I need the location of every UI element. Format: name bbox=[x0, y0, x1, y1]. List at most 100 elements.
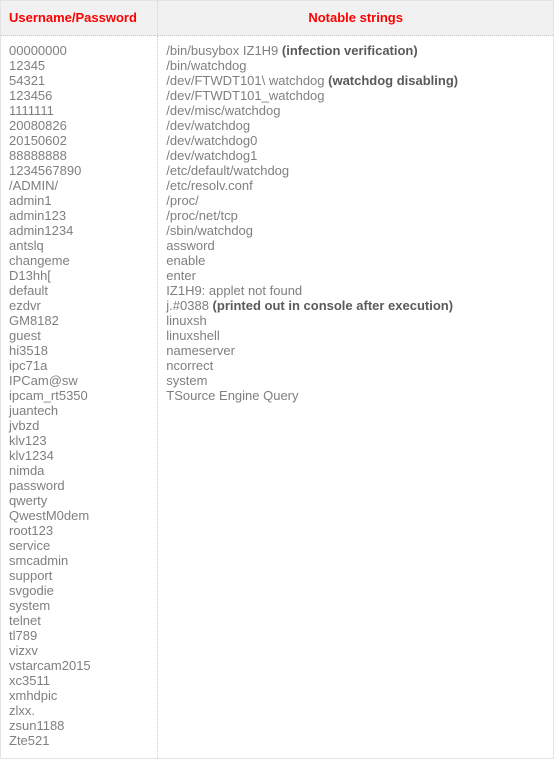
notable-string-text: ncorrect bbox=[166, 358, 214, 373]
credential-item: ipcam_rt5350 bbox=[9, 388, 88, 403]
credential-item: root123 bbox=[9, 523, 54, 538]
notable-string-item: enter bbox=[166, 268, 545, 283]
credential-item: antslq bbox=[9, 238, 44, 253]
credential-item: 1111111 bbox=[9, 103, 54, 118]
credential-item: 123456 bbox=[9, 88, 53, 103]
credentials-cell: 00000000 12345 54321 123456 1111111 20080826 2… bbox=[0, 35, 159, 759]
credential-item: system bbox=[9, 598, 51, 613]
notable-string-text: /proc/ bbox=[166, 193, 199, 208]
table-header-row: Username/Password Notable strings bbox=[0, 0, 554, 36]
credential-item: ezdvr bbox=[9, 298, 41, 313]
credential-item: QwestM0dem bbox=[9, 508, 90, 523]
notable-string-text: /dev/FTWDT101_watchdog bbox=[166, 88, 325, 103]
notable-string-item: /proc/net/tcp bbox=[166, 208, 545, 223]
column-header-notable-strings: Notable strings bbox=[157, 0, 554, 36]
credential-item: 54321 bbox=[9, 73, 46, 88]
notable-string-item: /dev/FTWDT101\ watchdog (watchdog disabl… bbox=[166, 73, 545, 88]
notable-string-item: system bbox=[166, 373, 545, 388]
credential-item: 88888888 bbox=[9, 148, 67, 163]
notable-string-text: enable bbox=[166, 253, 206, 268]
credential-item: 20080826 bbox=[9, 118, 67, 133]
notable-strings-list: /bin/busybox IZ1H9 (infection verificati… bbox=[166, 43, 545, 403]
credential-item: admin123 bbox=[9, 208, 67, 223]
credential-item: service bbox=[9, 538, 51, 553]
notable-string-text: /bin/busybox IZ1H9 bbox=[166, 43, 282, 58]
notable-string-annotation: (printed out in console after execution) bbox=[212, 298, 454, 313]
credential-item: ipc71a bbox=[9, 358, 48, 373]
column-header-username-password: Username/Password bbox=[0, 0, 159, 36]
credential-item: admin1234 bbox=[9, 223, 74, 238]
credential-item: vstarcam2015 bbox=[9, 658, 91, 673]
credential-item: changeme bbox=[9, 253, 70, 268]
credential-item: default bbox=[9, 283, 49, 298]
notable-string-text: /proc/net/tcp bbox=[166, 208, 238, 223]
credential-item: telnet bbox=[9, 613, 41, 628]
credential-item: support bbox=[9, 568, 53, 583]
credential-item: 20150602 bbox=[9, 133, 67, 148]
notable-string-item: enable bbox=[166, 253, 545, 268]
notable-string-text: nameserver bbox=[166, 343, 235, 358]
notable-string-item: /dev/FTWDT101_watchdog bbox=[166, 88, 545, 103]
credential-item: D13hh[ bbox=[9, 268, 51, 283]
credential-item: juantech bbox=[9, 403, 59, 418]
notable-string-text: TSource Engine Query bbox=[166, 388, 299, 403]
notable-string-text: j.#0388 bbox=[166, 298, 213, 313]
notable-string-item: /proc/ bbox=[166, 193, 545, 208]
notable-string-item: j.#0388 (printed out in console after ex… bbox=[166, 298, 545, 313]
credential-item: IPCam@sw bbox=[9, 373, 78, 388]
notable-string-text: /dev/misc/watchdog bbox=[166, 103, 281, 118]
notable-string-item: /etc/default/watchdog bbox=[166, 163, 545, 178]
notable-string-item: linuxshell bbox=[166, 328, 545, 343]
notable-string-item: linuxsh bbox=[166, 313, 545, 328]
table-body: 00000000 12345 54321 123456 1111111 20080826 2… bbox=[0, 35, 554, 759]
credential-item: guest bbox=[9, 328, 41, 343]
credential-item: 00000000 bbox=[9, 43, 67, 58]
notable-string-item: /dev/misc/watchdog bbox=[166, 103, 545, 118]
notable-string-item: /etc/resolv.conf bbox=[166, 178, 545, 193]
notable-string-text: /bin/watchdog bbox=[166, 58, 247, 73]
credential-item: xc3511 bbox=[9, 673, 50, 688]
notable-string-item: /bin/watchdog bbox=[166, 58, 545, 73]
notable-string-text: /sbin/watchdog bbox=[166, 223, 254, 238]
credential-item: GM8182 bbox=[9, 313, 59, 328]
notable-string-text: /dev/FTWDT101\ watchdog bbox=[166, 73, 329, 88]
credential-item: vizxv bbox=[9, 643, 38, 658]
credentials-strings-table-container: Username/Password Notable strings 000000… bbox=[0, 0, 554, 759]
notable-string-item: /dev/watchdog1 bbox=[166, 148, 545, 163]
credential-item: klv1234 bbox=[9, 448, 54, 463]
notable-string-text: enter bbox=[166, 268, 196, 283]
table-header: Username/Password Notable strings bbox=[0, 0, 554, 36]
notable-string-text: system bbox=[166, 373, 208, 388]
notable-string-item: ncorrect bbox=[166, 358, 545, 373]
credential-item: password bbox=[9, 478, 65, 493]
table-row: 00000000 12345 54321 123456 1111111 20080826 2… bbox=[0, 35, 554, 759]
credential-item: 1234567890 bbox=[9, 163, 82, 178]
notable-string-item: IZ1H9: applet not found bbox=[166, 283, 545, 298]
notable-string-item: assword bbox=[166, 238, 545, 253]
notable-string-annotation: (infection verification) bbox=[281, 43, 418, 58]
credential-item: Zte521 bbox=[9, 733, 50, 748]
notable-string-text: /etc/default/watchdog bbox=[166, 163, 290, 178]
credential-item: klv123 bbox=[9, 433, 47, 448]
credential-item: qwerty bbox=[9, 493, 48, 508]
notable-string-item: TSource Engine Query bbox=[166, 388, 545, 403]
credential-item: tl789 bbox=[9, 628, 38, 643]
notable-string-item: /dev/watchdog bbox=[166, 118, 545, 133]
credential-item: zlxx. bbox=[9, 703, 35, 718]
credential-item: svgodie bbox=[9, 583, 54, 598]
credential-item: nimda bbox=[9, 463, 45, 478]
credential-item: jvbzd bbox=[9, 418, 40, 433]
notable-string-text: /dev/watchdog bbox=[166, 118, 251, 133]
credential-item: smcadmin bbox=[9, 553, 69, 568]
credential-item: admin1 bbox=[9, 193, 52, 208]
notable-string-text: /dev/watchdog1 bbox=[166, 148, 258, 163]
notable-string-text: linuxshell bbox=[166, 328, 220, 343]
notable-string-text: IZ1H9: applet not found bbox=[166, 283, 303, 298]
notable-string-item: /dev/watchdog0 bbox=[166, 133, 545, 148]
notable-string-text: linuxsh bbox=[166, 313, 207, 328]
notable-string-text: assword bbox=[166, 238, 215, 253]
notable-string-annotation: (watchdog disabling) bbox=[328, 73, 459, 88]
notable-string-text: /etc/resolv.conf bbox=[166, 178, 253, 193]
credential-item: xmhdpic bbox=[9, 688, 58, 703]
credential-item: /ADMIN/ bbox=[9, 178, 59, 193]
